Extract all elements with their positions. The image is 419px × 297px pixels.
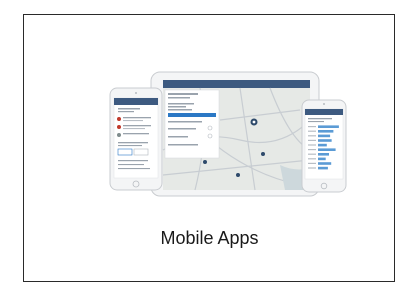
bar-label [308, 158, 316, 160]
bar-label [308, 149, 316, 151]
left-phone-header [114, 98, 158, 105]
side-panel-button [168, 113, 216, 117]
tablet-header-bar [163, 80, 310, 88]
right-phone-device [301, 99, 347, 193]
bar-label [308, 167, 316, 169]
bar-label [308, 130, 316, 132]
right-phone-header [305, 109, 343, 115]
slide-caption: Mobile Apps [160, 228, 259, 248]
bar-label [308, 135, 316, 137]
bar [318, 148, 336, 151]
left-phone-screen [113, 97, 159, 179]
bar-label [308, 126, 316, 128]
left-phone-device [109, 87, 163, 191]
bar-label [308, 144, 316, 146]
bar [318, 143, 327, 147]
bar-label [308, 162, 316, 164]
bar [318, 130, 334, 133]
bar-label [308, 153, 316, 155]
bar [318, 162, 332, 165]
bar [318, 139, 332, 142]
bar [318, 153, 329, 156]
devices-illustration [109, 71, 347, 197]
tablet-side-panel [164, 89, 220, 159]
bar-label [308, 139, 316, 141]
bar [318, 157, 326, 161]
bar [318, 125, 339, 128]
bar [318, 166, 328, 170]
bar [318, 134, 331, 138]
tablet-device [150, 71, 320, 197]
